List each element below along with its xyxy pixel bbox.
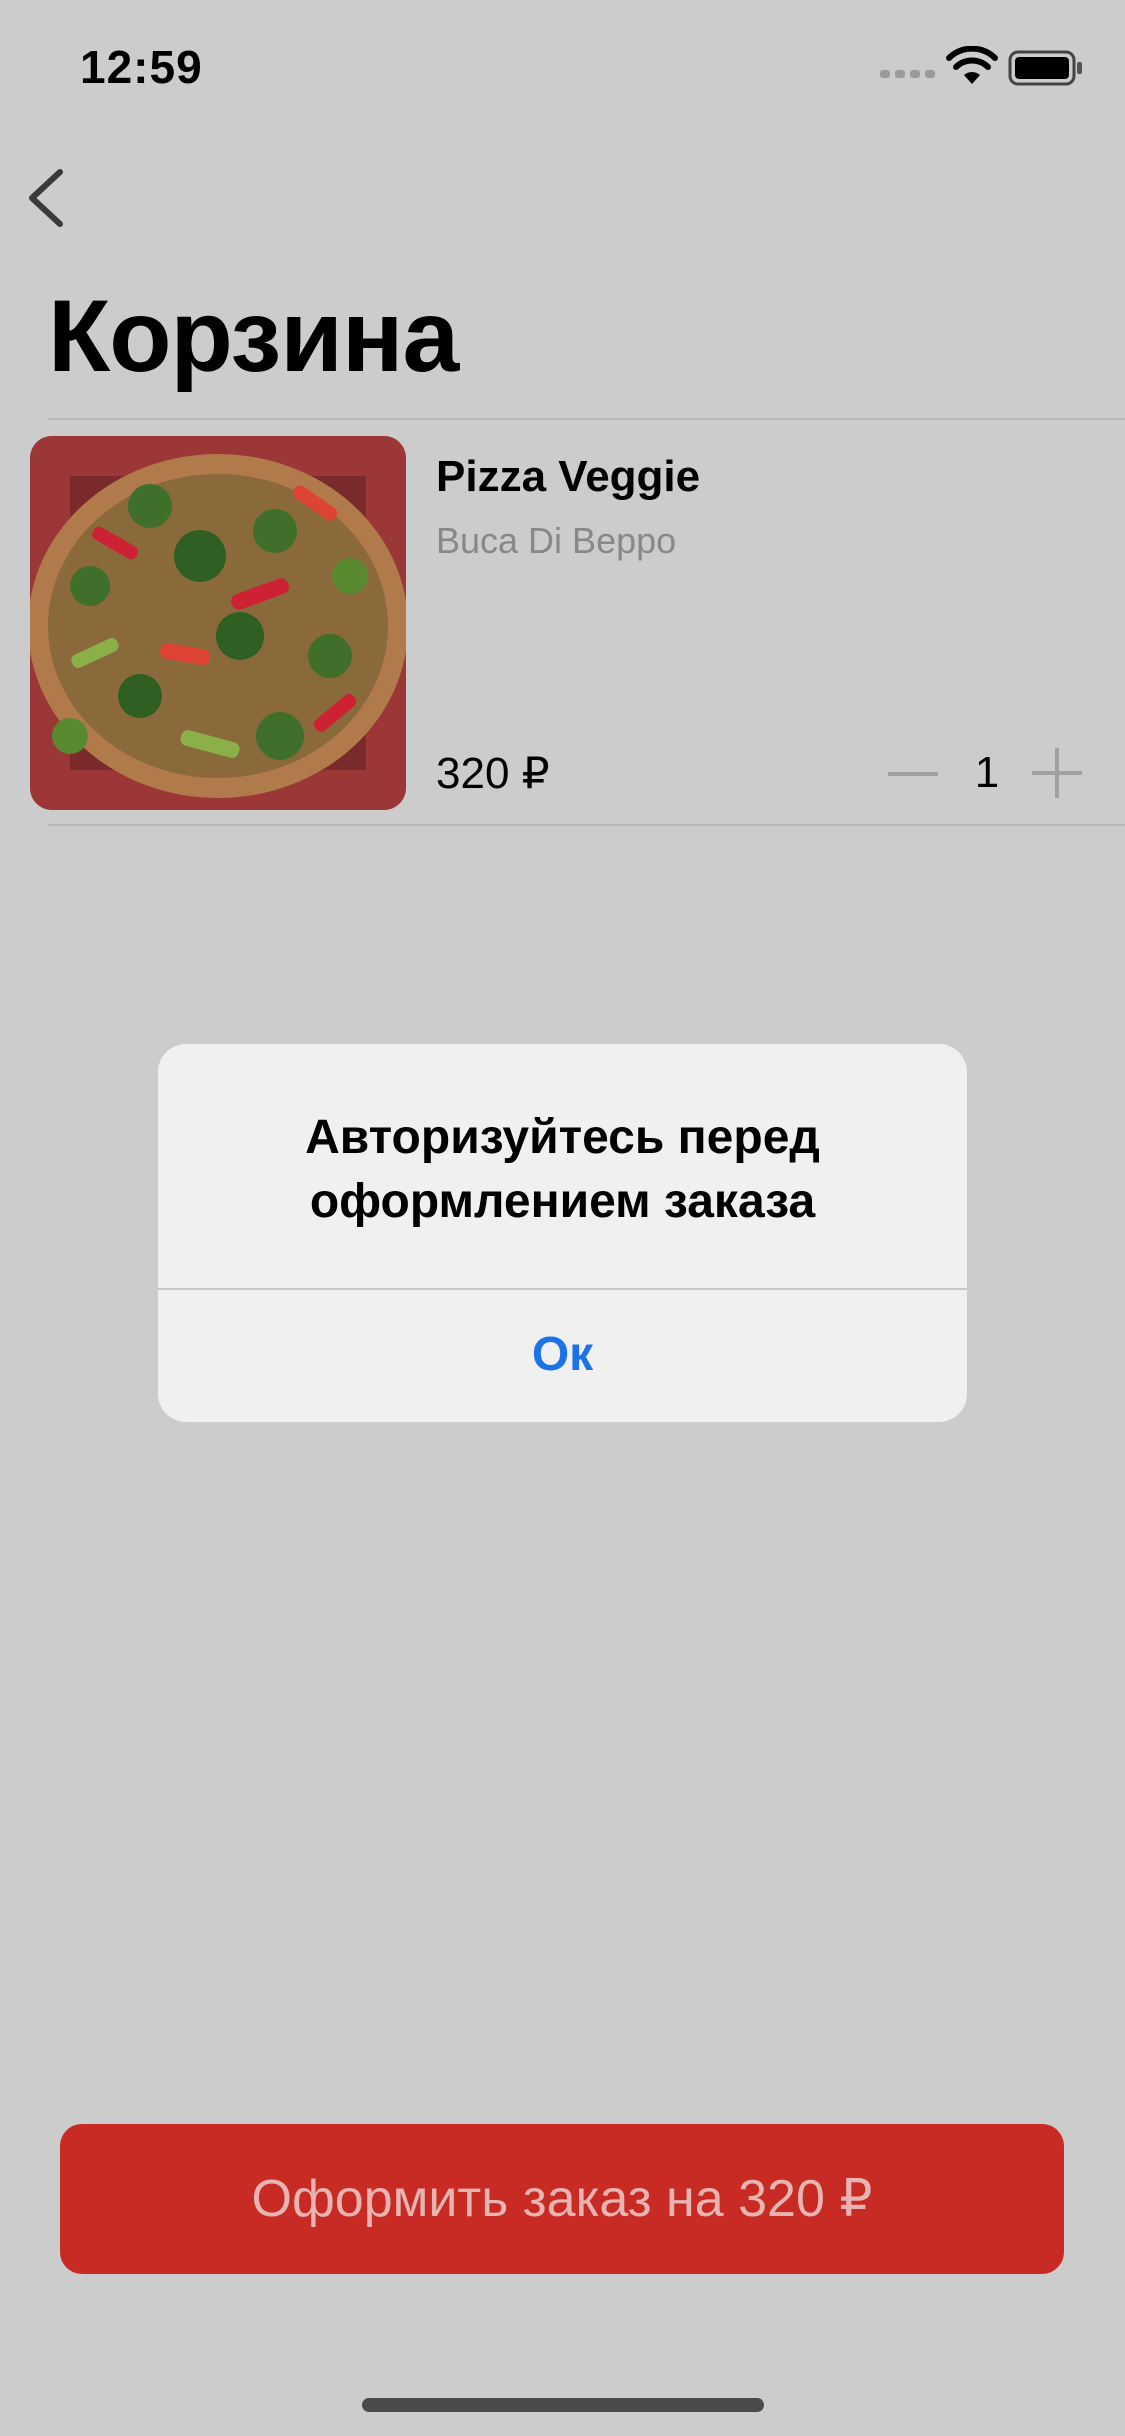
auth-alert-dialog: Авторизуйтесь перед оформлением заказа О… — [158, 1044, 967, 1422]
wifi-icon — [946, 46, 998, 84]
plus-icon[interactable] — [1030, 746, 1084, 800]
quantity-value: 1 — [974, 748, 1000, 797]
status-time: 12:59 — [80, 41, 203, 93]
back-chevron-icon[interactable] — [22, 166, 70, 230]
item-restaurant: Buca Di Beppo — [436, 520, 677, 561]
alert-ok-button[interactable]: Ок — [158, 1290, 967, 1422]
divider — [48, 824, 1125, 826]
item-name: Pizza Veggie — [436, 452, 701, 501]
divider — [48, 418, 1125, 420]
minus-icon[interactable] — [884, 752, 942, 796]
item-price: 320 ₽ — [436, 749, 550, 798]
battery-icon — [1008, 50, 1082, 86]
home-indicator — [362, 2398, 764, 2412]
cellular-signal-icon — [880, 70, 935, 78]
alert-title: Авторизуйтесь перед оформлением заказа — [305, 1111, 820, 1228]
checkout-button[interactable]: Оформить заказ на 320 ₽ — [60, 2124, 1064, 2274]
pizza-image — [30, 436, 406, 810]
page-title: Корзина — [48, 279, 459, 393]
